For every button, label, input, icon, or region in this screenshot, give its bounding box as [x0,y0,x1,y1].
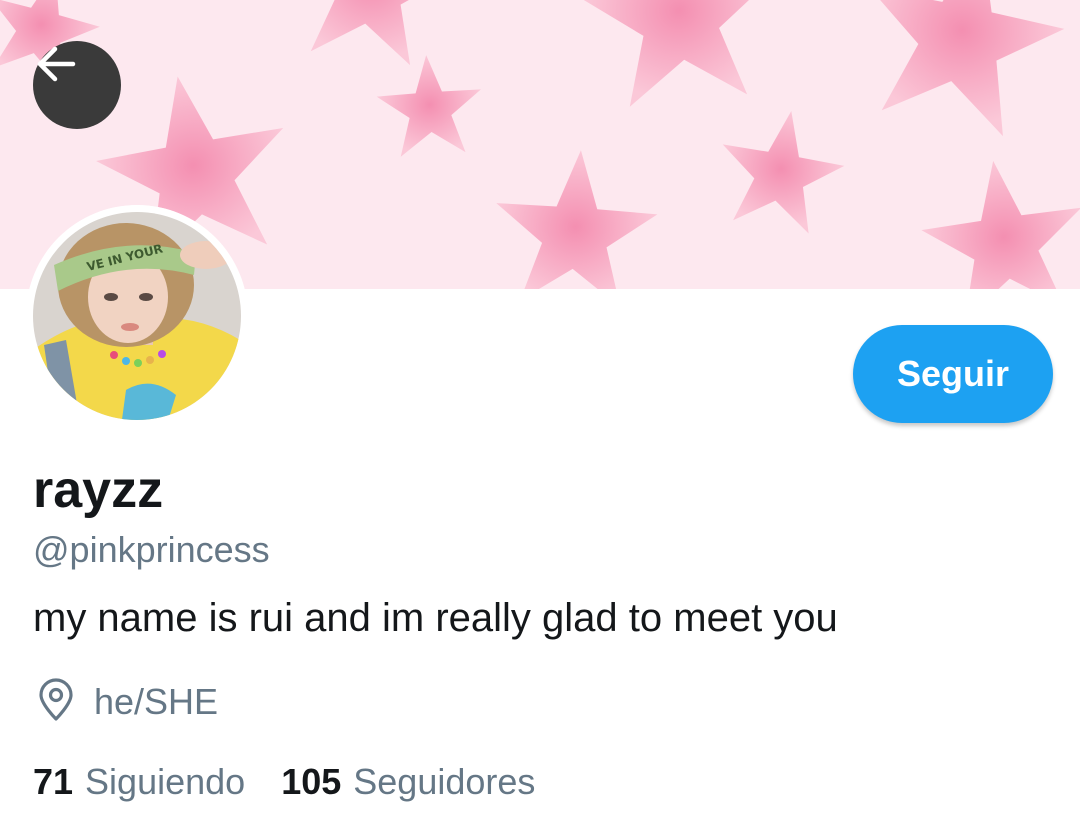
followers-label: Seguidores [353,761,536,802]
following-stat[interactable]: 71 Siguiendo [33,761,245,803]
username-handle: @pinkprincess [33,529,270,570]
followers-count: 105 [281,761,342,802]
following-count: 71 [33,761,74,802]
back-button[interactable] [33,41,121,129]
profile-bio: my name is rui and im really glad to mee… [33,596,838,640]
followers-stat[interactable]: 105 Seguidores [281,761,535,803]
follow-button[interactable]: Seguir [853,325,1053,423]
location-pin-icon [36,677,76,727]
display-name: rayzz [33,461,164,519]
profile-location: he/SHE [36,677,219,727]
avatar-image: VE IN YOUR [26,205,248,427]
profile-avatar[interactable]: VE IN YOUR [26,205,248,427]
follow-stats: 71 Siguiendo 105 Seguidores [33,758,535,806]
location-text: he/SHE [94,681,219,722]
following-label: Siguiendo [85,761,246,802]
